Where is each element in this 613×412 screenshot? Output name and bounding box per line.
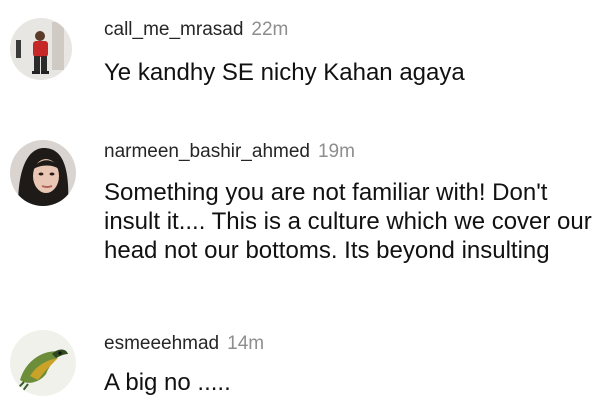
woman-photo-avatar-icon: [10, 140, 76, 206]
comment-meta: call_me_mrasad 22m: [104, 18, 288, 42]
comment-text: Ye kandhy SE nichy Kahan agaya: [104, 59, 465, 86]
person-photo-avatar-icon: [10, 18, 72, 80]
username-link[interactable]: call_me_mrasad: [104, 19, 243, 40]
comment-time: 14m: [227, 333, 265, 354]
user-avatar-icon[interactable]: [10, 140, 76, 206]
comment-item: narmeen_bashir_ahmed 19m Something you ar…: [0, 110, 613, 310]
user-avatar-icon[interactable]: [10, 18, 72, 80]
comment-meta: narmeen_bashir_ahmed 19m: [104, 140, 355, 164]
comment-item: call_me_mrasad 22m Ye kandhy SE nichy Kah…: [0, 0, 613, 110]
comment-text: Something you are not familiar with! Don…: [104, 179, 592, 264]
username-link[interactable]: narmeen_bashir_ahmed: [104, 141, 310, 162]
comment-time: 22m: [251, 19, 289, 40]
bird-photo-avatar-icon: [10, 330, 76, 396]
username-link[interactable]: esmeeehmad: [104, 333, 219, 354]
user-avatar-icon[interactable]: [10, 330, 76, 396]
comment-time: 19m: [317, 141, 355, 162]
comment-text: A big no .....: [104, 369, 231, 396]
comment-meta: esmeeehmad 14m: [104, 332, 264, 356]
comment-item: esmeeehmad 14m A big no .....: [0, 310, 613, 412]
